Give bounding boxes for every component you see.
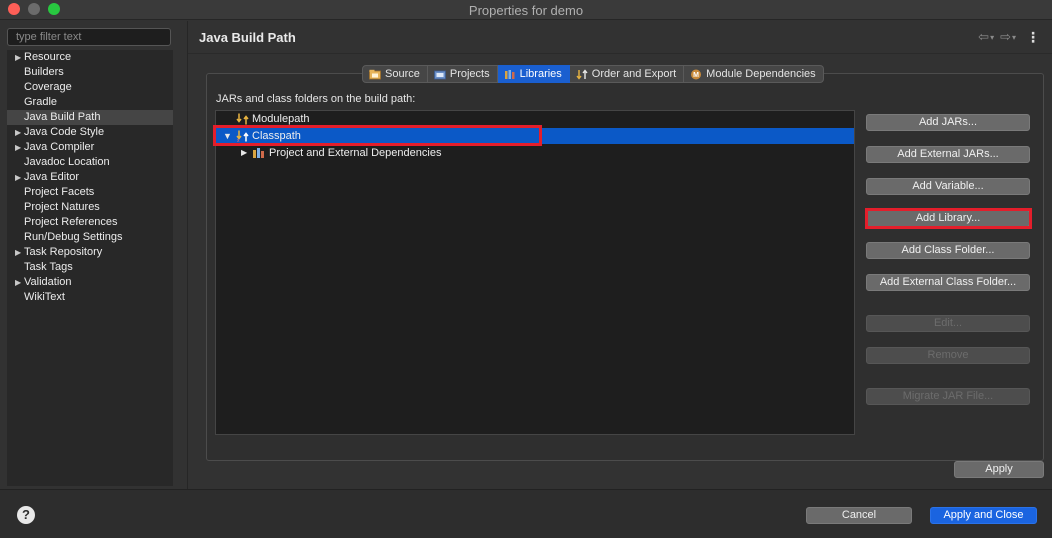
sidebar-item-gradle[interactable]: Gradle — [7, 95, 173, 110]
expand-arrow-icon[interactable]: ▶ — [15, 275, 21, 290]
cancel-button[interactable]: Cancel — [806, 507, 912, 524]
tree-item-project-external-dependencies[interactable]: ▶ Project and External Dependencies — [216, 145, 854, 161]
sidebar-item-wikitext[interactable]: WikiText — [7, 290, 173, 305]
expand-arrow-icon[interactable]: ▶ — [241, 145, 247, 161]
filter-input[interactable] — [7, 28, 171, 46]
build-path-label: JARs and class folders on the build path… — [216, 93, 416, 105]
sidebar: ▶Resource Builders Coverage Gradle Java … — [0, 21, 186, 489]
sidebar-item-resource[interactable]: ▶ Resource — [7, 50, 173, 65]
sidebar-item-builders[interactable]: Builders — [7, 65, 173, 80]
sidebar-item-validation[interactable]: ▶ Validation — [7, 275, 173, 290]
add-library-button[interactable]: Add Library... — [866, 210, 1030, 227]
sidebar-item-task-repository[interactable]: ▶ Task Repository — [7, 245, 173, 260]
add-external-jars-button[interactable]: Add External JARs... — [866, 146, 1030, 163]
sidebar-item-project-natures[interactable]: Project Natures — [7, 200, 173, 215]
history-nav: ⇦ ▾ ⇨ ▾ ⋮ — [978, 29, 1040, 45]
libraries-icon — [504, 69, 515, 79]
expand-arrow-icon[interactable]: ▶ — [15, 140, 21, 155]
tab-module-dependencies[interactable]: M Module Dependencies — [684, 65, 824, 83]
back-arrow-icon[interactable]: ⇦ — [978, 29, 989, 45]
sidebar-item-coverage[interactable]: Coverage — [7, 80, 173, 95]
tab-order-and-export[interactable]: Order and Export — [569, 65, 685, 83]
sidebar-item-run-debug-settings[interactable]: Run/Debug Settings — [7, 230, 173, 245]
svg-text:M: M — [693, 72, 699, 79]
tree-item-modulepath[interactable]: Modulepath — [216, 111, 854, 127]
dialog-footer: ? Cancel Apply and Close — [0, 489, 1052, 538]
page-title: Java Build Path — [199, 30, 296, 45]
add-variable-button[interactable]: Add Variable... — [866, 178, 1030, 195]
module-icon: M — [691, 69, 702, 79]
sidebar-item-java-code-style[interactable]: ▶ Java Code Style — [7, 125, 173, 140]
add-class-folder-button[interactable]: Add Class Folder... — [866, 242, 1030, 259]
title-separator — [188, 53, 1052, 54]
chevron-down-icon[interactable]: ▾ — [1012, 33, 1016, 42]
expand-arrow-icon[interactable]: ▶ — [15, 50, 21, 65]
source-folder-icon — [369, 69, 381, 79]
main-panel: Java Build Path ⇦ ▾ ⇨ ▾ ⋮ Source Projects … — [187, 21, 1052, 489]
classpath-icon: x — [236, 130, 249, 142]
order-export-icon — [576, 68, 588, 80]
sidebar-item-project-facets[interactable]: Project Facets — [7, 185, 173, 200]
sidebar-item-java-compiler[interactable]: ▶ Java Compiler — [7, 140, 173, 155]
forward-arrow-icon[interactable]: ⇨ — [1000, 29, 1011, 45]
library-container-icon — [253, 148, 264, 158]
expand-arrow-icon[interactable]: ▶ — [15, 170, 21, 185]
tab-projects[interactable]: Projects — [427, 65, 498, 83]
apply-button[interactable]: Apply — [954, 461, 1044, 478]
more-options-icon[interactable]: ⋮ — [1026, 29, 1040, 46]
expand-arrow-icon[interactable]: ▶ — [15, 125, 21, 140]
expand-arrow-icon[interactable]: ▶ — [15, 245, 21, 260]
sidebar-item-task-tags[interactable]: Task Tags — [7, 260, 173, 275]
add-jars-button[interactable]: Add JARs... — [866, 114, 1030, 131]
sidebar-item-project-references[interactable]: Project References — [7, 215, 173, 230]
edit-button[interactable]: Edit... — [866, 315, 1030, 332]
build-path-tree[interactable]: Modulepath ▼ x Classpath ▶ Project and E… — [215, 110, 855, 435]
title-bar: Properties for demo — [0, 0, 1052, 20]
sidebar-item-javadoc-location[interactable]: Javadoc Location — [7, 155, 173, 170]
apply-and-close-button[interactable]: Apply and Close — [930, 507, 1037, 524]
window-title: Properties for demo — [468, 3, 584, 18]
migrate-jar-button[interactable]: Migrate JAR File... — [866, 388, 1030, 405]
tab-source[interactable]: Source — [362, 65, 428, 83]
chevron-down-icon[interactable]: ▾ — [990, 33, 994, 42]
sidebar-item-java-editor[interactable]: ▶ Java Editor — [7, 170, 173, 185]
tree-item-classpath[interactable]: ▼ x Classpath — [216, 128, 854, 144]
build-path-tabs: Source Projects Libraries Order and Expo… — [362, 65, 824, 83]
add-external-class-folder-button[interactable]: Add External Class Folder... — [866, 274, 1030, 291]
projects-icon — [433, 70, 446, 79]
remove-button[interactable]: Remove — [866, 347, 1030, 364]
sidebar-item-java-build-path[interactable]: Java Build Path — [7, 110, 173, 125]
property-page-tree: ▶ Resource Builders Coverage Gradle Java … — [7, 50, 173, 486]
modulepath-icon — [236, 113, 249, 125]
tab-libraries[interactable]: Libraries — [497, 65, 570, 83]
help-icon[interactable]: ? — [17, 506, 35, 524]
collapse-arrow-icon[interactable]: ▼ — [223, 128, 232, 144]
